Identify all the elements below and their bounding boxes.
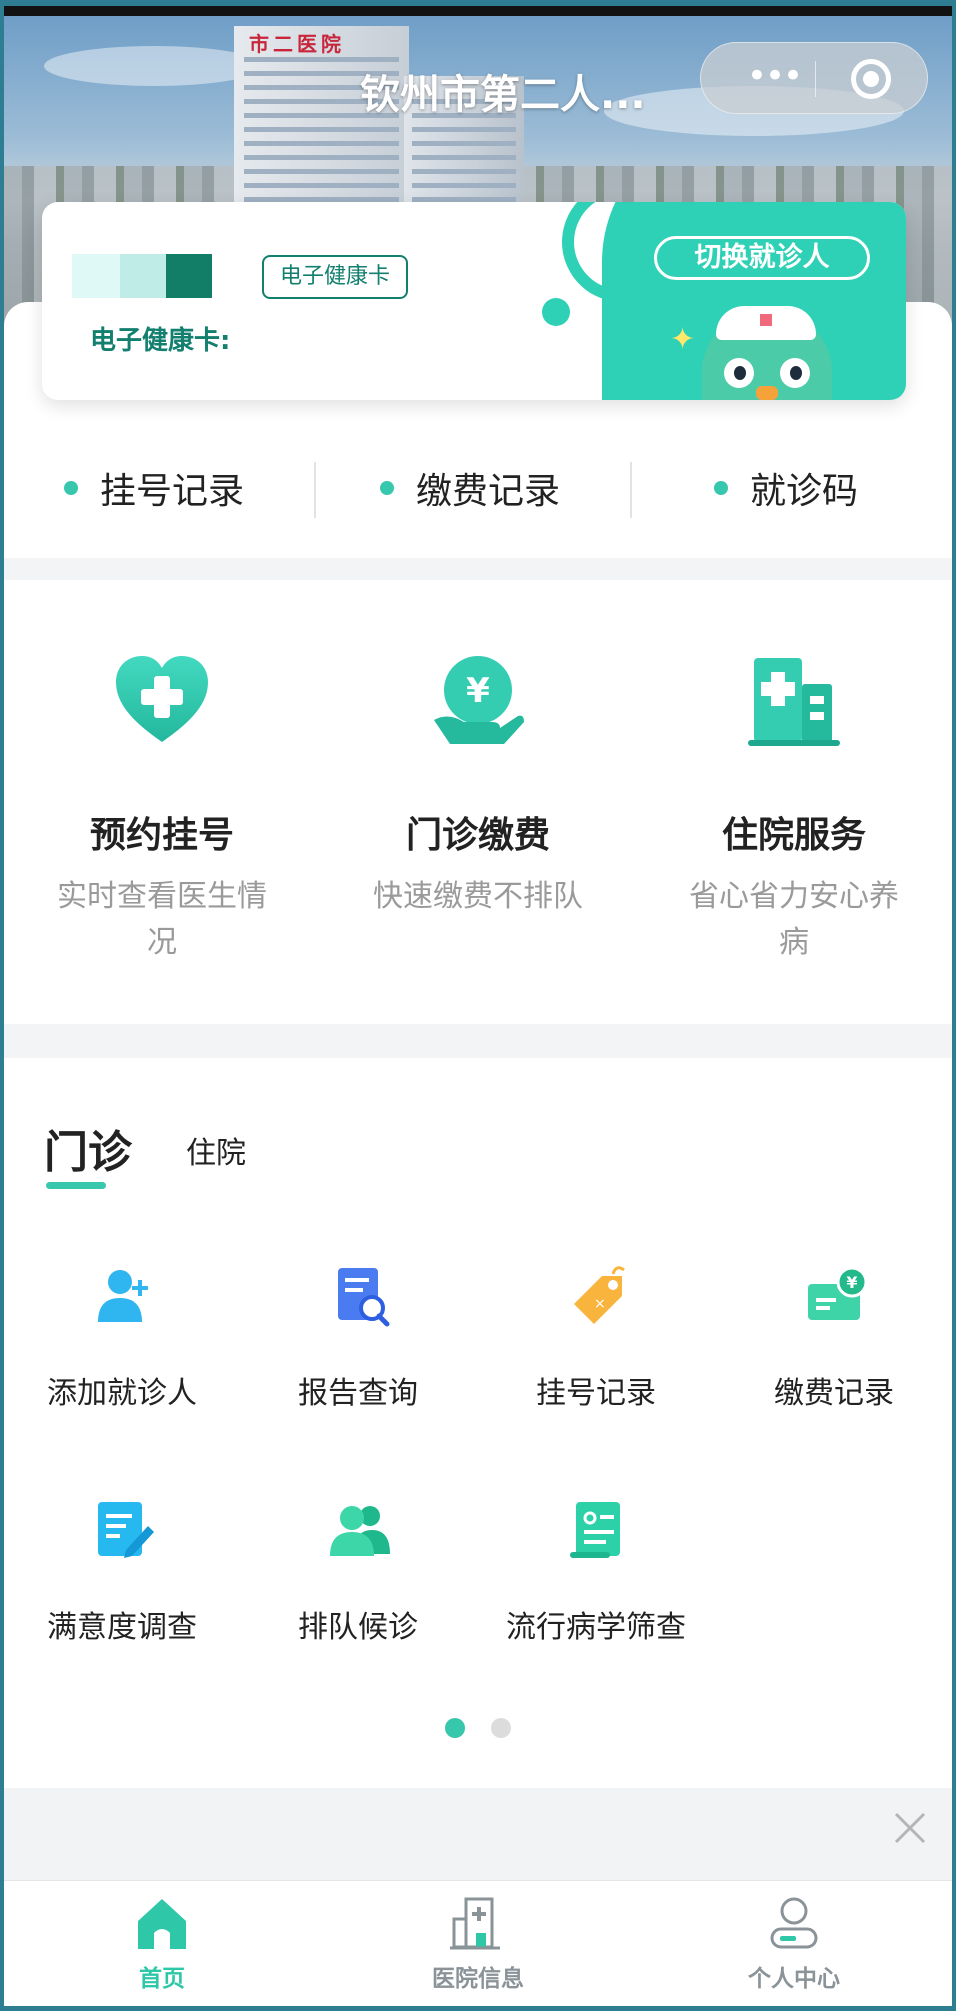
service-outpatient-payment[interactable]: ¥ 门诊缴费 快速缴费不排队 [320, 580, 636, 1024]
home-icon [138, 1899, 186, 1949]
quick-links: 挂号记录 缴费记录 就诊码 [4, 436, 952, 546]
hospital-icon [450, 1897, 500, 1950]
svg-text:¥: ¥ [846, 1273, 857, 1292]
tabbar-hospital-info[interactable]: 医院信息 [320, 1881, 636, 2006]
grid-payment-record[interactable]: ¥ 缴费记录 [716, 1264, 952, 1424]
notice-bar [4, 1788, 952, 1880]
svg-text:×: × [594, 1296, 606, 1312]
main-services: 预约挂号 实时查看医生情况 ¥ 门诊缴费 快速缴费不排队 住院服务 省心省力安心… [4, 580, 952, 1024]
grid-satisfaction-survey[interactable]: 满意度调查 [4, 1498, 240, 1658]
close-icon[interactable] [890, 1808, 930, 1848]
record-target-icon[interactable] [851, 59, 891, 99]
app-screen: 市二医院 钦州市第二人... ••• 电子健康卡 电子健康卡: 切换就诊人 ✦ … [4, 6, 952, 2006]
health-card-label: 电子健康卡: [90, 326, 231, 356]
tag-icon: × [574, 1266, 625, 1324]
health-card[interactable]: 电子健康卡 电子健康卡: 切换就诊人 ✦ [42, 202, 906, 400]
function-panel: 门诊 住院 添加就诊人 报告查询 × 挂号记录 ¥ 缴费记录 满意度调查 排队候… [4, 1058, 952, 1788]
quick-link-visit-code[interactable]: 就诊码 [714, 458, 858, 518]
report-search-icon [338, 1268, 390, 1327]
status-strip [4, 6, 952, 16]
pager-dot-active[interactable] [445, 1718, 465, 1738]
tab-outpatient[interactable]: 门诊 [44, 1116, 132, 1180]
grid-add-patient[interactable]: 添加就诊人 [4, 1264, 240, 1424]
svg-text:¥: ¥ [466, 671, 490, 711]
queue-people-icon [330, 1506, 390, 1556]
grid-report-query[interactable]: 报告查询 [240, 1264, 476, 1424]
masked-name [72, 254, 120, 298]
tabbar-personal-center[interactable]: 个人中心 [636, 1881, 952, 2006]
yuan-hand-icon: ¥ [434, 656, 524, 744]
more-dots-icon[interactable]: ••• [739, 59, 809, 97]
mini-program-capsule: ••• [700, 42, 928, 114]
nurse-mascot-icon [702, 306, 832, 400]
hospital-building-photo [234, 26, 409, 226]
quick-link-payment-record[interactable]: 缴费记录 [380, 458, 560, 518]
service-inpatient[interactable]: 住院服务 省心省力安心养病 [636, 580, 952, 1024]
grid-queue-waiting[interactable]: 排队候诊 [240, 1498, 476, 1658]
payment-card-icon: ¥ [808, 1266, 868, 1320]
survey-icon [98, 1502, 154, 1558]
grid-epidemiology-screening[interactable]: 流行病学筛查 [478, 1498, 714, 1658]
tab-inpatient[interactable]: 住院 [186, 1128, 246, 1172]
heart-plus-icon [116, 656, 208, 742]
screening-doc-icon [570, 1502, 620, 1558]
tab-underline [46, 1182, 106, 1189]
building-sign: 市二医院 [249, 32, 345, 56]
page-title: 钦州市第二人... [360, 72, 646, 118]
bottom-tab-bar: 首页 医院信息 个人中心 [4, 1880, 952, 2006]
switch-patient-button[interactable]: 切换就诊人 [654, 236, 870, 280]
grid-registration-record[interactable]: × 挂号记录 [478, 1264, 714, 1424]
pager-dot[interactable] [491, 1718, 511, 1738]
health-card-tag: 电子健康卡 [262, 255, 408, 299]
add-person-icon [98, 1270, 148, 1322]
hospital-building-icon [748, 658, 840, 746]
tabbar-home[interactable]: 首页 [4, 1881, 320, 2006]
sparkle-icon: ✦ [670, 322, 696, 357]
person-icon [770, 1897, 818, 1949]
service-appointment[interactable]: 预约挂号 实时查看医生情况 [4, 580, 320, 1024]
quick-link-registration-record[interactable]: 挂号记录 [64, 458, 244, 518]
